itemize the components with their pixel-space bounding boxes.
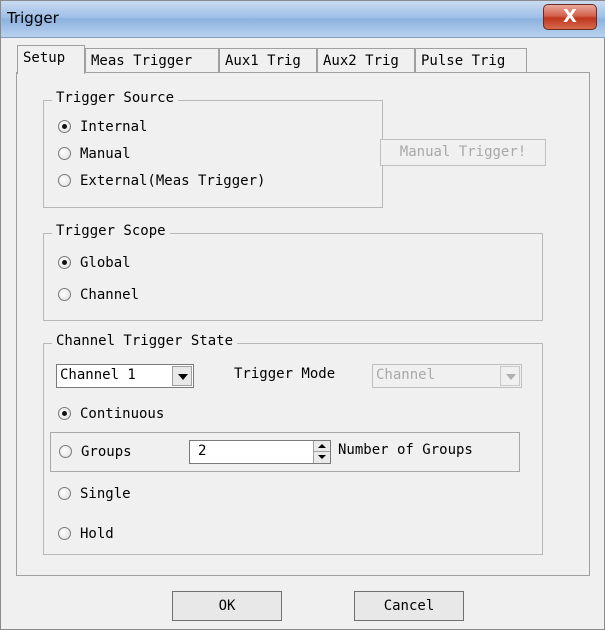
close-button[interactable]: X [543, 4, 597, 30]
chevron-down-icon[interactable] [500, 366, 520, 386]
ok-button[interactable]: OK [172, 591, 282, 621]
radio-single-indicator [58, 487, 71, 500]
spinner-buttons [313, 441, 330, 463]
trigger-scope-group: Trigger Scope Global Channel [43, 223, 543, 321]
trigger-mode-value: Channel [376, 367, 436, 383]
groups-row: Groups 2 Number of Groups [50, 432, 520, 472]
radio-external-indicator [58, 174, 71, 187]
trigger-dialog: Trigger X Setup Meas Trigger Aux1 Trig A… [0, 0, 605, 630]
number-of-groups-label: Number of Groups [338, 442, 473, 458]
groups-count-spinner[interactable]: 2 [189, 440, 331, 464]
trigger-mode-label: Trigger Mode [234, 366, 336, 382]
tab-setup[interactable]: Setup [17, 45, 85, 74]
radio-continuous-indicator [58, 407, 71, 420]
radio-hold-label: Hold [80, 526, 114, 542]
trigger-mode-select[interactable]: Channel [372, 364, 522, 388]
close-icon: X [563, 6, 577, 27]
radio-groups-indicator [59, 445, 72, 458]
tab-meas-trigger[interactable]: Meas Trigger [85, 48, 219, 72]
tab-pulse-trig[interactable]: Pulse Trig [415, 48, 527, 72]
radio-hold-indicator [58, 527, 71, 540]
trigger-source-group: Trigger Source Internal Manual External(… [43, 90, 383, 208]
radio-continuous-label: Continuous [80, 406, 165, 422]
spin-up-icon[interactable] [314, 441, 330, 452]
trigger-scope-title: Trigger Scope [52, 223, 170, 239]
tab-aux1-trig[interactable]: Aux1 Trig [219, 48, 317, 72]
cancel-button[interactable]: Cancel [354, 591, 464, 621]
channel-trigger-state-group: Channel Trigger State Channel 1 Trigger … [43, 333, 543, 555]
title-bar[interactable]: Trigger X [1, 1, 605, 38]
channel-trigger-state-title: Channel Trigger State [52, 333, 238, 349]
channel-select-value: Channel 1 [60, 367, 136, 383]
window-title: Trigger [7, 9, 59, 27]
spin-down-icon[interactable] [314, 452, 330, 463]
radio-internal-indicator [58, 120, 71, 133]
radio-manual-label: Manual [80, 146, 131, 162]
radio-external-label: External(Meas Trigger) [80, 173, 266, 189]
tab-aux2-trig[interactable]: Aux2 Trig [317, 48, 415, 72]
groups-count-value: 2 [198, 443, 207, 459]
setup-panel: Trigger Source Internal Manual External(… [16, 72, 590, 576]
radio-global-indicator [58, 256, 71, 269]
radio-manual-indicator [58, 147, 71, 160]
radio-single-label: Single [80, 486, 131, 502]
chevron-down-icon[interactable] [172, 366, 192, 386]
radio-channel-indicator [58, 288, 71, 301]
radio-global-label: Global [80, 255, 131, 271]
manual-trigger-button[interactable]: Manual Trigger! [380, 139, 546, 166]
radio-groups-label: Groups [81, 444, 132, 460]
radio-internal-label: Internal [80, 119, 148, 135]
trigger-source-title: Trigger Source [52, 90, 179, 106]
channel-select[interactable]: Channel 1 [56, 364, 194, 388]
radio-channel-label: Channel [80, 287, 140, 303]
